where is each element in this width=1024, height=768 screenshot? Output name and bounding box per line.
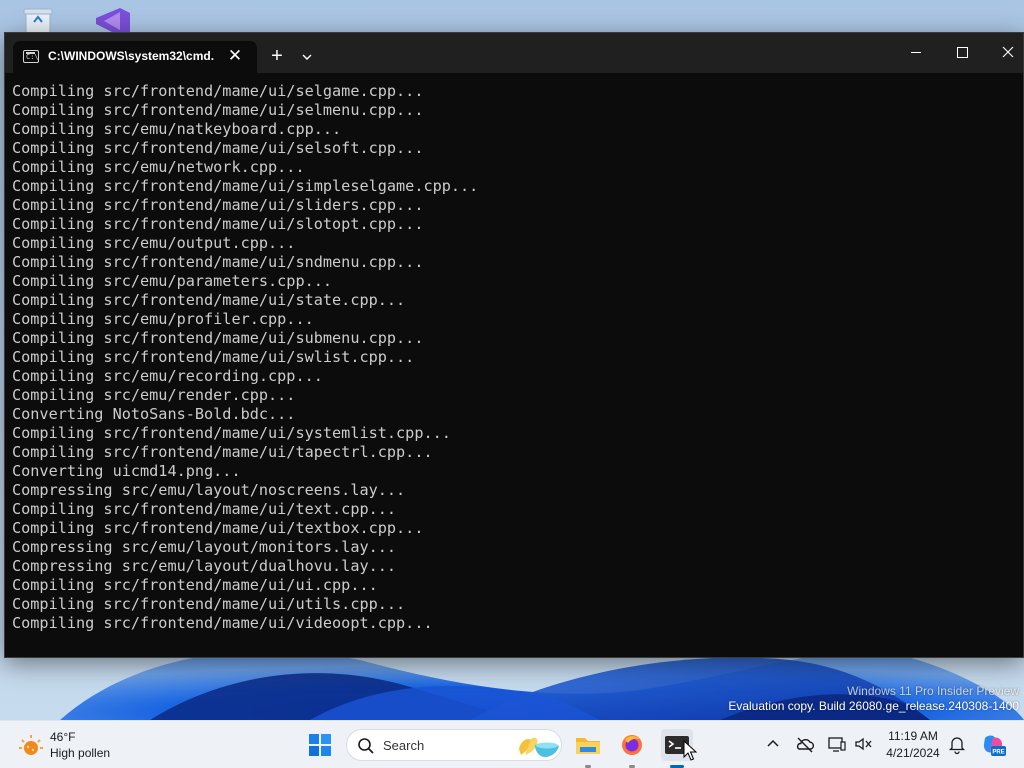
terminal-line: Compiling src/frontend/mame/ui/utils.cpp… xyxy=(12,595,406,613)
terminal-line: Compiling src/emu/output.cpp... xyxy=(12,234,296,252)
minimize-button[interactable] xyxy=(893,33,939,71)
terminal-line: Compiling src/frontend/mame/ui/state.cpp… xyxy=(12,291,406,309)
clock-time[interactable]: 11:19 AM xyxy=(876,729,950,743)
clock-date[interactable]: 4/21/2024 xyxy=(876,746,950,760)
terminal-line: Compressing src/emu/layout/noscreens.lay… xyxy=(12,481,406,499)
terminal-line: Compiling src/frontend/mame/ui/text.cpp.… xyxy=(12,500,397,518)
terminal-line: Compiling src/emu/parameters.cpp... xyxy=(12,272,333,290)
search-highlight-icon xyxy=(519,737,559,757)
terminal-line: Compiling src/frontend/mame/ui/selmenu.c… xyxy=(12,101,424,119)
tab-title: C:\WINDOWS\system32\cmd. xyxy=(48,49,215,63)
cmd-icon-glyph: C:\ xyxy=(26,53,39,61)
folder-icon xyxy=(576,738,600,754)
start-button[interactable] xyxy=(304,729,336,761)
taskbar-file-explorer[interactable] xyxy=(572,729,604,768)
tab-cmd[interactable]: C:\ C:\WINDOWS\system32\cmd. ✕ xyxy=(13,41,257,73)
copilot-badge: PRE xyxy=(992,750,1004,756)
maximize-button[interactable] xyxy=(939,33,985,71)
cmd-icon: C:\ xyxy=(23,50,39,63)
tab-close-icon[interactable]: ✕ xyxy=(224,46,246,68)
terminal-line: Compiling src/frontend/mame/ui/selgame.c… xyxy=(12,82,424,100)
terminal-line: Compiling src/frontend/mame/ui/systemlis… xyxy=(12,424,451,442)
terminal-window[interactable]: C:\ C:\WINDOWS\system32\cmd. ✕ + Compili… xyxy=(4,32,1024,658)
chevron-up-icon[interactable] xyxy=(762,733,784,755)
mouse-cursor-icon xyxy=(683,740,697,761)
search-placeholder: Search xyxy=(383,738,425,753)
terminal-line: Compiling src/frontend/mame/ui/tapectrl.… xyxy=(12,443,433,461)
windows-watermark: Windows 11 Pro Insider Preview Evaluatio… xyxy=(728,684,1019,714)
terminal-line: Compiling src/frontend/mame/ui/swlist.cp… xyxy=(12,348,415,366)
copilot-icon[interactable]: PRE xyxy=(980,732,1006,758)
weather-pollen-icon[interactable] xyxy=(18,733,44,759)
new-tab-button[interactable]: + xyxy=(263,45,291,69)
taskbar-firefox[interactable] xyxy=(616,729,648,768)
terminal-line: Compiling src/frontend/mame/ui/sndmenu.c… xyxy=(12,253,424,271)
terminal-line: Converting NotoSans-Bold.bdc... xyxy=(12,405,296,423)
onedrive-icon[interactable] xyxy=(794,733,816,755)
terminal-line: Compiling src/emu/natkeyboard.cpp... xyxy=(12,120,342,138)
notification-bell-icon[interactable] xyxy=(946,733,968,755)
terminal-line: Compiling src/emu/profiler.cpp... xyxy=(12,310,314,328)
search-box[interactable]: Search xyxy=(346,729,562,761)
terminal-line: Compiling src/frontend/mame/ui/sliders.c… xyxy=(12,196,424,214)
terminal-line: Converting uicmd14.png... xyxy=(12,462,241,480)
terminal-line: Compiling src/frontend/mame/ui/textbox.c… xyxy=(12,519,424,537)
terminal-line: Compressing src/emu/layout/dualhovu.lay.… xyxy=(12,557,397,575)
terminal-line: Compiling src/frontend/mame/ui/videoopt.… xyxy=(12,614,433,632)
terminal-scrollbar[interactable] xyxy=(1017,77,1021,653)
search-icon xyxy=(358,738,374,754)
close-window-button[interactable] xyxy=(985,33,1024,71)
terminal-line: Compiling src/emu/render.cpp... xyxy=(12,386,296,404)
watermark-edition: Windows 11 Pro Insider Preview xyxy=(847,684,1019,698)
terminal-line: Compressing src/emu/layout/monitors.lay.… xyxy=(12,538,397,556)
display-icon[interactable] xyxy=(826,733,848,755)
terminal-line: Compiling src/frontend/mame/ui/simplesel… xyxy=(12,177,479,195)
watermark-build: Evaluation copy. Build 26080.ge_release.… xyxy=(728,699,1019,713)
firefox-icon xyxy=(622,735,642,755)
terminal-line: Compiling src/frontend/mame/ui/selsoft.c… xyxy=(12,139,424,157)
weather-description[interactable]: High pollen xyxy=(50,746,110,760)
speaker-icon[interactable] xyxy=(852,733,874,755)
terminal-line: Compiling src/emu/recording.cpp... xyxy=(12,367,323,385)
chevron-down-icon[interactable] xyxy=(294,45,320,69)
terminal-output[interactable]: Compiling src/frontend/mame/ui/selgame.c… xyxy=(5,73,1023,659)
terminal-line: Compiling src/emu/network.cpp... xyxy=(12,158,305,176)
terminal-line: Compiling src/frontend/mame/ui/slotopt.c… xyxy=(12,215,424,233)
terminal-line: Compiling src/frontend/mame/ui/submenu.c… xyxy=(12,329,424,347)
terminal-line: Compiling src/frontend/mame/ui/ui.cpp... xyxy=(12,576,378,594)
title-bar[interactable]: C:\ C:\WINDOWS\system32\cmd. ✕ + xyxy=(5,33,1023,73)
weather-temperature[interactable]: 46°F xyxy=(50,730,75,744)
taskbar: 46°F High pollen Search 11:19 AM 4/21/20… xyxy=(0,720,1024,768)
